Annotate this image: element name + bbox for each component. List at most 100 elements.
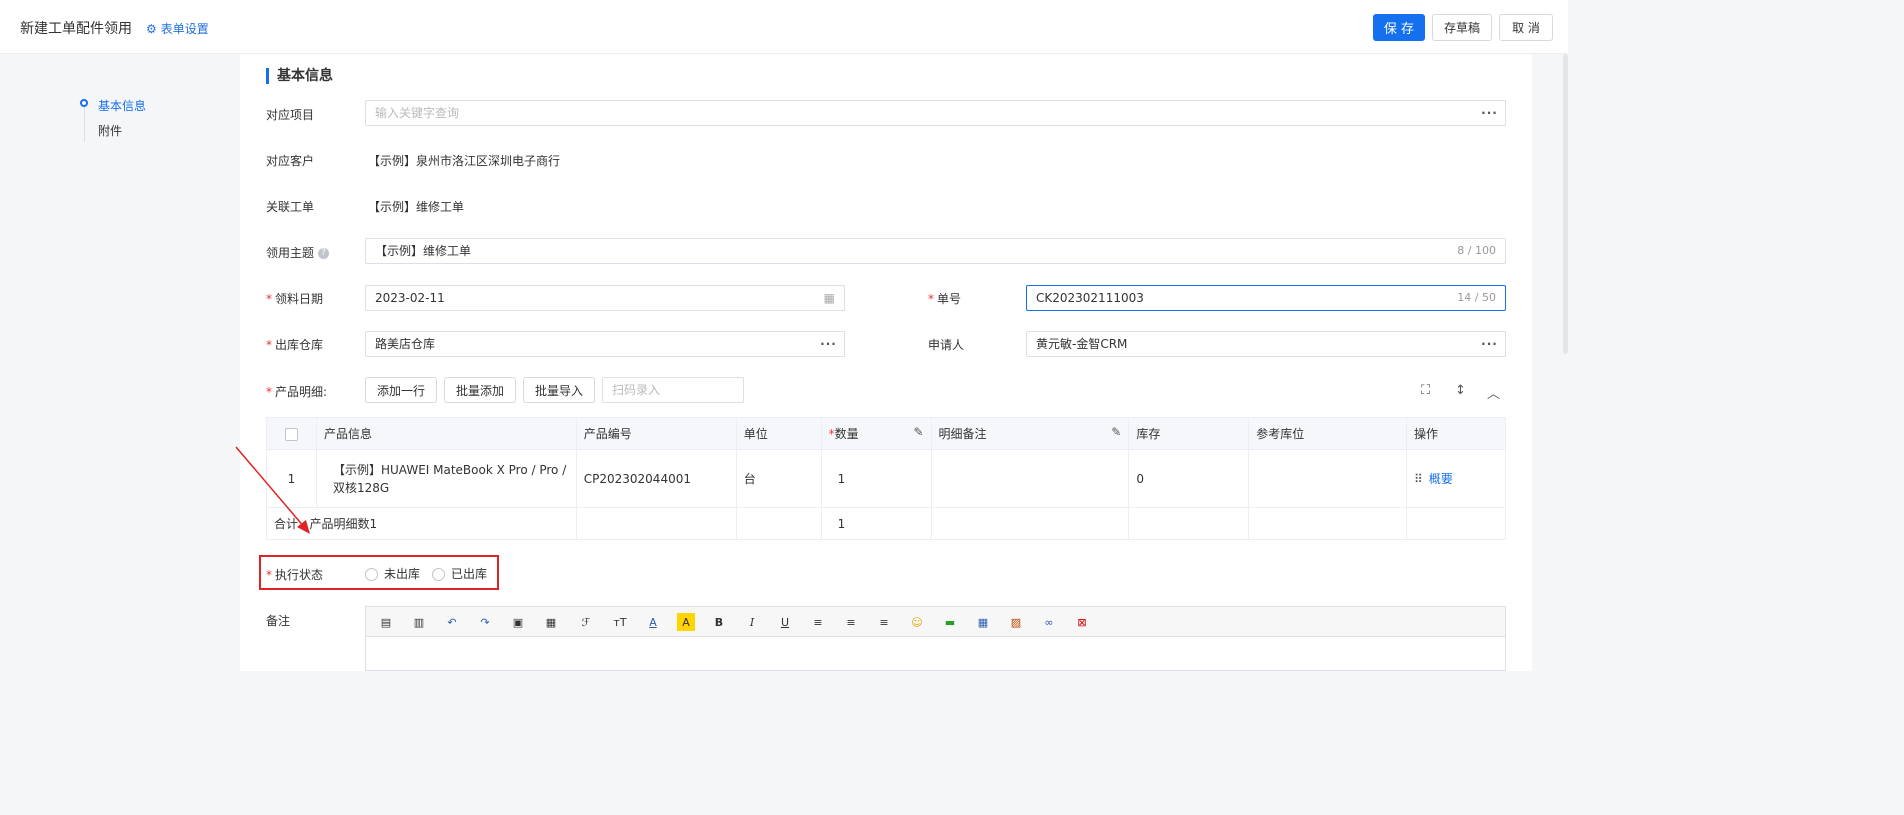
fullscreen-editor-icon[interactable]: ⊠ (1073, 613, 1091, 631)
radio-done[interactable] (432, 568, 445, 581)
number-value: CK202302111003 (1036, 291, 1144, 305)
row-qty[interactable]: 1 (820, 449, 932, 508)
applicant-more-button[interactable]: ··· (1474, 331, 1506, 357)
row-action-cell: ⠿ 概要 (1406, 449, 1506, 508)
scan-placeholder: 扫码录入 (612, 383, 661, 397)
draft-button[interactable]: 存草稿 (1432, 14, 1492, 41)
remark-label: 备注 (266, 614, 291, 628)
cancel-button[interactable]: 取 消 (1499, 14, 1553, 41)
applicant-input[interactable]: 黄元敏-金智CRM (1026, 331, 1475, 357)
nav-item-basic[interactable]: 基本信息 (98, 97, 146, 114)
template-icon[interactable]: ▥ (410, 613, 428, 631)
paste-icon[interactable]: ▣ (509, 613, 527, 631)
align-left-icon[interactable]: ≡ (809, 613, 827, 631)
image-icon[interactable]: ▨ (1007, 613, 1025, 631)
summary-qty: 1 (820, 507, 932, 540)
row-product-info: 【示例】HUAWEI MateBook X Pro / Pro / 双核128G (315, 449, 577, 508)
paste-text-icon[interactable]: ▦ (542, 613, 560, 631)
status-label-text: 执行状态 (275, 568, 324, 582)
summary-row: 合计 产品明细数1 1 (266, 507, 1506, 540)
products-label: * 产品明细: (266, 385, 328, 399)
redo-icon[interactable]: ↷ (476, 613, 494, 631)
warehouse-more-button[interactable]: ··· (813, 331, 845, 357)
batch-add-button[interactable]: 批量添加 (444, 377, 516, 403)
collapse-icon[interactable]: ︿ (1487, 383, 1500, 402)
date-input[interactable]: 2023-02-11 ▦ (365, 285, 845, 311)
subject-input[interactable]: 【示例】维修工单 8 / 100 (365, 238, 1506, 264)
form-setting-label: 表单设置 (160, 22, 209, 36)
col-remark: 明细备注 ✎ (930, 417, 1130, 450)
customer-value: 【示例】泉州市洛江区深圳电子商行 (368, 154, 561, 168)
status-option-pending[interactable]: 未出库 (365, 565, 420, 582)
row-remark[interactable] (930, 449, 1130, 508)
radio-pending[interactable] (365, 568, 378, 581)
batch-import-button[interactable]: 批量导入 (523, 377, 595, 403)
link-icon[interactable]: ∞ (1040, 613, 1058, 631)
warehouse-label-text: 出库仓库 (275, 338, 324, 352)
form-setting-link[interactable]: ⚙ 表单设置 (146, 20, 209, 37)
project-more-button[interactable]: ··· (1474, 100, 1506, 126)
overview-link[interactable]: 概要 (1429, 472, 1453, 486)
workorder-label: 关联工单 (266, 200, 315, 214)
undo-icon[interactable]: ↶ (443, 613, 461, 631)
nav-item-attachment[interactable]: 附件 (98, 122, 122, 139)
subject-value: 【示例】维修工单 (375, 244, 472, 258)
status-option-done[interactable]: 已出库 (432, 565, 487, 582)
workorder-value: 【示例】维修工单 (368, 200, 465, 214)
top-bar: 新建工单配件领用 ⚙ 表单设置 保 存 存草稿 取 消 (0, 0, 1568, 54)
emoji-icon[interactable]: ☺ (908, 613, 926, 631)
nav-active-dot (80, 99, 88, 107)
select-all-checkbox[interactable] (284, 427, 298, 441)
number-input[interactable]: CK202302111003 14 / 50 (1026, 285, 1506, 311)
col-stock: 库存 (1128, 417, 1250, 450)
nav-line (84, 106, 85, 142)
save-button[interactable]: 保 存 (1373, 14, 1425, 41)
warehouse-input[interactable]: 路美店仓库 (365, 331, 814, 357)
section-title: 基本信息 (266, 68, 333, 84)
table-icon[interactable]: ▦ (974, 613, 992, 631)
number-label: * 单号 (928, 292, 962, 306)
status-option-done-label: 已出库 (451, 567, 488, 581)
subject-count: 8 / 100 (1457, 244, 1496, 257)
font-family-icon[interactable]: ℱ (577, 613, 595, 631)
align-right-icon[interactable]: ≡ (875, 613, 893, 631)
col-action: 操作 (1406, 417, 1506, 450)
project-label: 对应项目 (266, 108, 315, 122)
col-unit: 单位 (735, 417, 822, 450)
applicant-value: 黄元敏-金智CRM (1036, 337, 1128, 351)
edit-remark-icon[interactable]: ✎ (1111, 425, 1121, 439)
align-center-icon[interactable]: ≡ (842, 613, 860, 631)
status-label: * 执行状态 (266, 568, 324, 582)
project-input[interactable]: 输入关键字查询 (365, 100, 1475, 126)
fullscreen-icon[interactable]: ⛶ (1421, 383, 1430, 398)
table-header-row: 产品信息 产品编号 单位 *数量 ✎ 明细备注 ✎ 库存 参考库位 操作 (266, 417, 1506, 450)
customer-label: 对应客户 (266, 154, 315, 168)
col-product-code: 产品编号 (575, 417, 737, 450)
date-label-text: 领料日期 (275, 292, 324, 306)
scan-input[interactable]: 扫码录入 (602, 377, 744, 403)
bold-icon[interactable]: B (710, 613, 728, 631)
annotation-arrow (235, 446, 310, 534)
table-row: 1 【示例】HUAWEI MateBook X Pro / Pro / 双核12… (266, 449, 1506, 508)
edit-qty-icon[interactable]: ✎ (913, 425, 923, 439)
highlight-color-icon[interactable]: A (677, 613, 695, 631)
row-unit: 台 (735, 449, 822, 508)
font-size-icon[interactable]: тT (611, 613, 629, 631)
applicant-label: 申请人 (928, 338, 965, 352)
resize-vertical-icon[interactable]: ↕ (1455, 383, 1466, 398)
add-row-button[interactable]: 添加一行 (365, 377, 437, 403)
source-icon[interactable]: ▤ (377, 613, 395, 631)
horizontal-rule-icon[interactable]: ▬ (941, 613, 959, 631)
row-product-code: CP202302044001 (575, 449, 737, 508)
row-location (1248, 449, 1408, 508)
subject-label-text: 领用主题 (266, 246, 315, 260)
scrollbar[interactable] (1563, 54, 1568, 354)
col-location: 参考库位 (1248, 417, 1408, 450)
number-count: 14 / 50 (1457, 291, 1496, 304)
page-title: 新建工单配件领用 (20, 21, 132, 37)
font-color-icon[interactable]: A (644, 613, 662, 631)
underline-icon[interactable]: U (776, 613, 794, 631)
drag-handle-icon[interactable]: ⠿ (1414, 472, 1423, 486)
italic-icon[interactable]: I (743, 613, 761, 631)
status-option-pending-label: 未出库 (384, 567, 421, 581)
